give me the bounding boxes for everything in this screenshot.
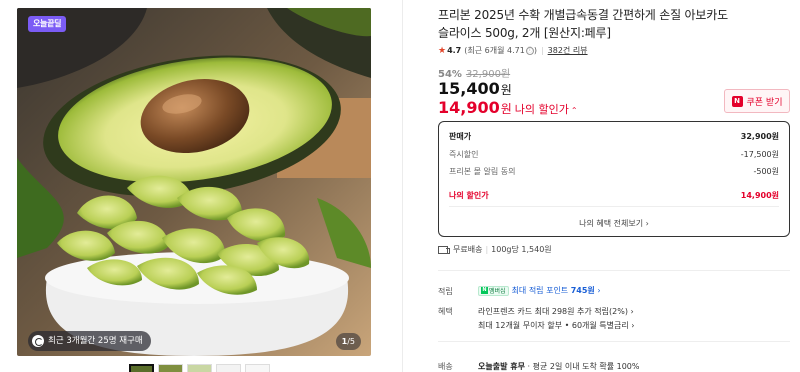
breakdown-row-alert-consent: 프리본 몰 알림 동의 -500원	[449, 166, 779, 177]
sale-price-unit: 원	[500, 83, 512, 97]
my-price-unit: 원	[500, 102, 512, 116]
rating-summary: ★ 4.7 (최근 6개월 4.71 ⓘ ) | 382건 리뷰	[438, 45, 588, 56]
section-divider-line	[438, 341, 790, 342]
my-price-label: 나의 할인가	[514, 103, 569, 116]
sale-price-value: 15,400	[438, 79, 500, 98]
section-divider-line	[438, 270, 790, 271]
breakdown-row-list-price: 판매가 32,900원	[449, 131, 779, 142]
original-price: 32,900원	[465, 69, 511, 80]
all-benefits-link[interactable]: 나의 혜택 전체보기 ›	[439, 218, 789, 229]
rating-detail-close: )	[533, 46, 537, 55]
breakdown-label: 나의 할인가	[449, 191, 489, 200]
breakdown-value: -17,500원	[740, 150, 779, 159]
all-benefits-label: 나의 혜택 전체보기	[579, 219, 644, 228]
points-value: 745원	[570, 286, 595, 295]
delivery-label: 배송	[438, 362, 453, 371]
my-price-value: 14,900	[438, 98, 500, 117]
npay-n-icon: N	[481, 287, 488, 294]
card-benefit-text: 라인프렌즈 카드 최대 298원 추가 적립(2%)	[478, 307, 628, 316]
thumbnail-4[interactable]	[216, 364, 241, 372]
shipping-info: 무료배송 | 100g당 1,540원	[438, 244, 552, 255]
repeat-icon	[32, 335, 44, 347]
product-title-line2: 슬라이스 500g, 2개 [원산지:페루]	[438, 26, 611, 40]
delivery-info: 오늘출발 휴무 · 평균 2일 이내 도착 확률 100%	[478, 361, 640, 372]
discount-row: 54% 32,900원	[438, 65, 510, 80]
coupon-label: 쿠폰 받기	[746, 97, 783, 108]
breakdown-row-my-price: 나의 할인가 14,900원	[449, 190, 779, 201]
unit-price: 100g당 1,540원	[491, 245, 552, 254]
chevron-up-icon: ⌃	[570, 106, 578, 115]
chevron-right-icon: ›	[597, 286, 601, 295]
star-icon: ★	[438, 45, 447, 56]
thumbnail-2[interactable]	[158, 364, 183, 372]
rating-detail: (최근 6개월 4.71	[464, 46, 525, 55]
npay-membership-badge: N 멤버십	[478, 285, 509, 296]
installment-benefit-link[interactable]: 최대 12개월 무이자 할부 • 60개월 특별금리 ›	[478, 320, 635, 331]
npay-label: 멤버십	[489, 288, 506, 295]
thumbnail-1[interactable]	[129, 364, 154, 372]
card-benefit-link[interactable]: 라인프렌즈 카드 최대 298원 추가 적립(2%) ›	[478, 306, 634, 317]
my-price-toggle[interactable]: 14,900 원 나의 할인가 ⌃	[438, 98, 578, 117]
rating-score: 4.7	[447, 46, 462, 55]
thumbnail-strip	[129, 364, 270, 372]
points-label: 적립	[438, 287, 453, 296]
shipping-label: 무료배송	[453, 245, 483, 254]
product-title-line1: 프리본 2025년 수확 개별급속동결 간편하게 손질 아보카도	[438, 8, 728, 22]
installment-benefit-text: 최대 12개월 무이자 할부 • 60개월 특별금리	[478, 321, 629, 330]
delivery-estimate: · 평균 2일 이내 도착 확률 100%	[527, 362, 640, 371]
breakdown-value: 32,900원	[740, 132, 779, 141]
section-divider	[402, 0, 403, 372]
breakdown-row-instant-discount: 즉시할인 -17,500원	[449, 149, 779, 160]
breakdown-divider	[449, 206, 779, 207]
chevron-right-icon: ›	[631, 321, 635, 330]
repurchase-text: 최근 3개월간 25명 재구매	[48, 336, 143, 346]
price-breakdown-box: 판매가 32,900원 즉시할인 -17,500원 프리본 몰 알림 동의 -5…	[438, 121, 790, 237]
breakdown-label: 판매가	[449, 132, 472, 141]
truck-icon	[438, 245, 450, 254]
product-title: 프리본 2025년 수확 개별급속동결 간편하게 손질 아보카도 슬라이스 50…	[438, 6, 790, 42]
info-icon[interactable]: ⓘ	[525, 46, 534, 55]
points-link[interactable]: N 멤버십 최대 적립 포인트 745원 ›	[478, 285, 601, 296]
sale-price: 15,400 원	[438, 79, 512, 98]
shipping-separator: |	[485, 245, 489, 254]
chevron-right-icon: ›	[645, 219, 649, 228]
review-count-link[interactable]: 382건 리뷰	[548, 45, 588, 56]
breakdown-label: 즉시할인	[449, 150, 479, 159]
rating-separator: |	[540, 46, 544, 55]
product-image-gallery[interactable]: 오늘끝딜 최근 3개월간 25명 재구매 1/5	[17, 8, 371, 356]
benefit-label: 혜택	[438, 307, 453, 316]
repurchase-badge: 최근 3개월간 25명 재구매	[28, 331, 151, 351]
points-text: 최대 적립 포인트 745원 ›	[512, 286, 601, 295]
breakdown-label: 프리본 몰 알림 동의	[449, 167, 516, 176]
breakdown-value: 14,900원	[740, 191, 779, 200]
breakdown-value: -500원	[753, 167, 779, 176]
chevron-right-icon: ›	[630, 307, 634, 316]
delivery-status: 오늘출발 휴무	[478, 362, 525, 371]
points-text-label: 최대 적립 포인트	[511, 286, 569, 295]
image-counter-total: /5	[347, 337, 355, 346]
product-main-image[interactable]	[17, 8, 371, 356]
today-deal-badge: 오늘끝딜	[28, 16, 67, 32]
thumbnail-3[interactable]	[187, 364, 212, 372]
naver-n-icon: N	[731, 95, 743, 107]
image-counter: 1/5	[335, 333, 361, 350]
thumbnail-5[interactable]	[245, 364, 270, 372]
coupon-button[interactable]: N 쿠폰 받기	[724, 89, 790, 113]
